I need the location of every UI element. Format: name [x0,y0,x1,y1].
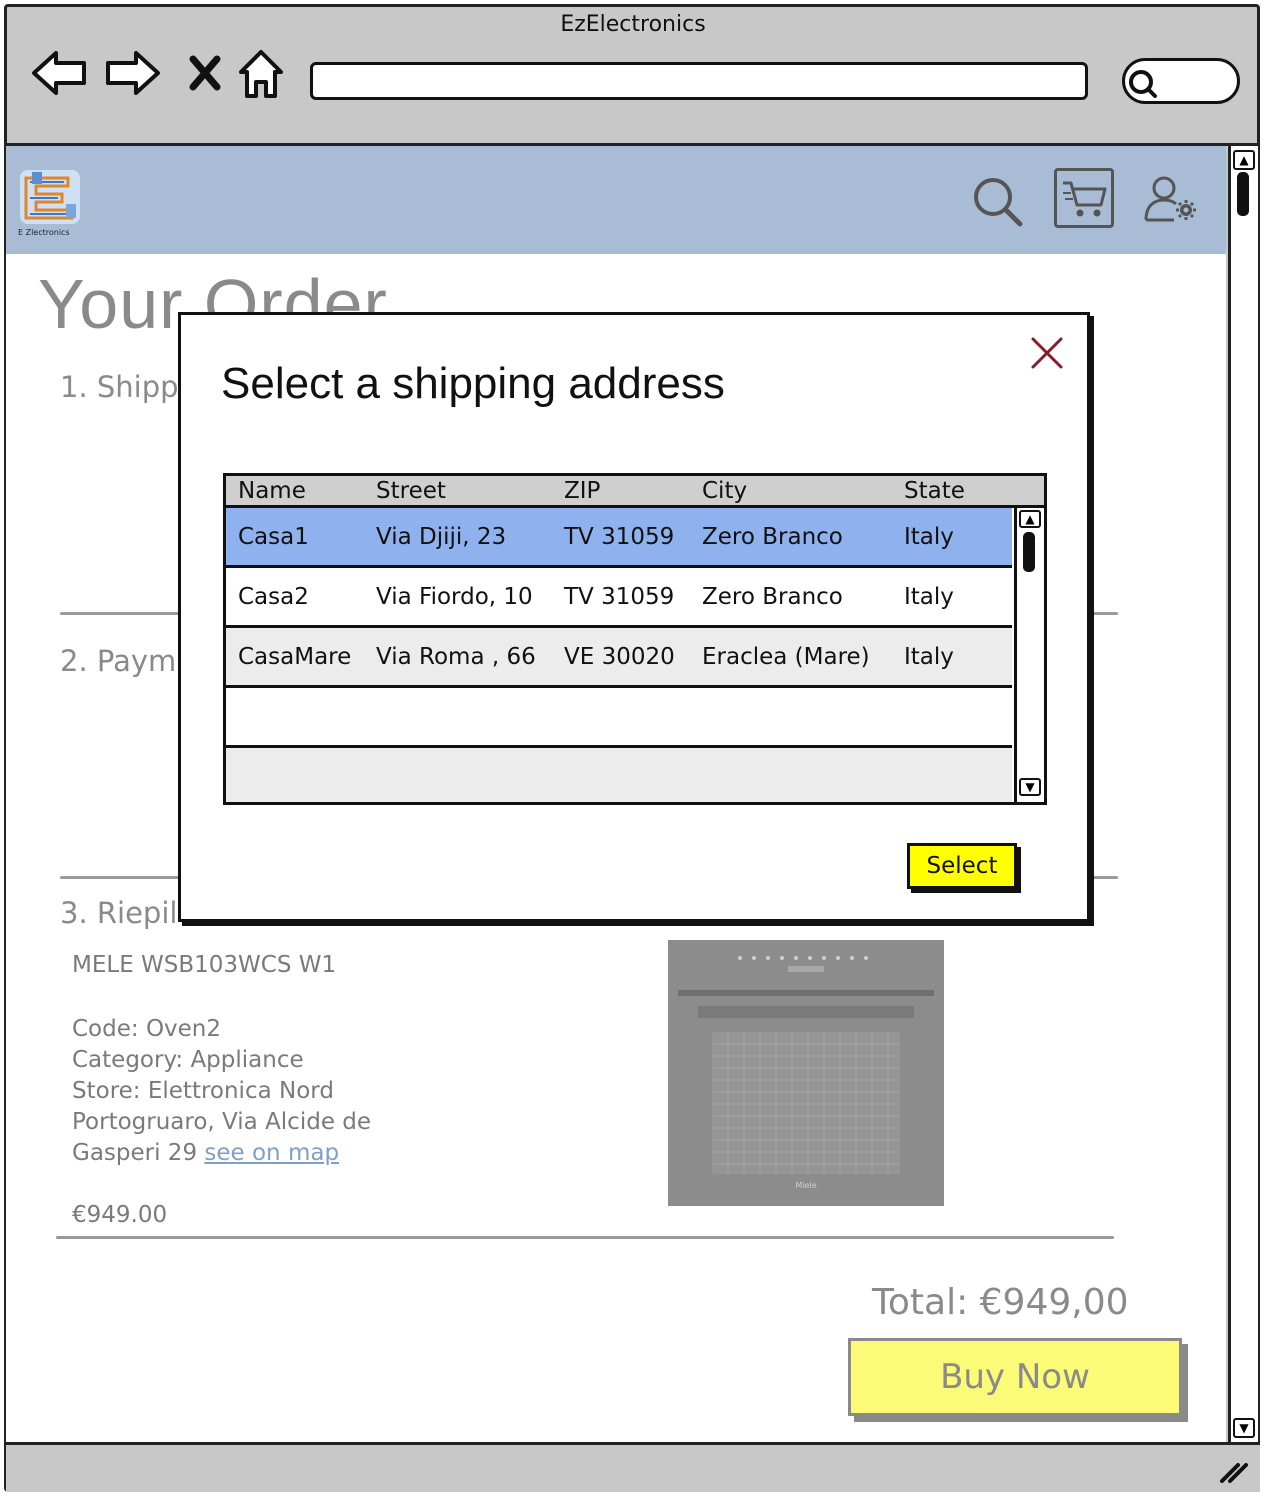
address-bar[interactable] [310,62,1088,100]
dialog-title: Select a shipping address [221,359,725,408]
column-header-zip[interactable]: ZIP [564,476,600,506]
logo-text: E Zlectronics [18,228,70,237]
table-row-empty[interactable] [226,688,1012,748]
cell-name: Casa1 [238,523,309,550]
column-header-name[interactable]: Name [238,476,306,506]
forward-arrow-icon[interactable] [104,44,162,102]
column-header-state[interactable]: State [904,476,965,506]
resize-grip-icon[interactable] [1218,1459,1248,1483]
back-arrow-icon[interactable] [30,44,88,102]
browser-search-input[interactable] [1122,58,1240,104]
see-on-map-link[interactable]: see on map [204,1140,339,1166]
table-row-casa1[interactable]: Casa1 Via Djiji, 23 TV 31059 Zero Branco… [226,508,1012,568]
section-payment-heading: 2. Payme [60,644,195,678]
cell-city: Zero Branco [702,523,843,550]
table-scrollbar-thumb[interactable] [1023,532,1035,572]
browser-title: EzElectronics [560,12,706,37]
address-table: Name Street ZIP City State Casa1 Via Dji… [223,473,1047,805]
section-summary-heading: 3. Riepil [60,896,178,930]
cell-zip: TV 31059 [564,583,675,610]
cell-name: Casa2 [238,583,309,610]
search-icon[interactable] [970,174,1026,234]
home-icon[interactable] [232,44,290,102]
section-shipping-heading: 1. Shippi [60,370,187,404]
close-icon[interactable] [1027,333,1067,373]
user-settings-icon[interactable] [1144,174,1200,228]
cell-city: Zero Branco [702,583,843,610]
browser-status-bar [6,1442,1260,1492]
table-header: Name Street ZIP City State [226,476,1044,508]
table-row-casa2[interactable]: Casa2 Via Fiordo, 10 TV 31059 Zero Branc… [226,568,1012,628]
product-price: €949.00 [72,1202,168,1228]
section-divider [56,1236,1114,1239]
product-category: Category: Appliance [72,1047,304,1073]
cell-street: Via Roma , 66 [376,643,536,670]
select-button[interactable]: Select [907,843,1017,889]
cell-zip: TV 31059 [564,523,675,550]
table-row-empty[interactable] [226,748,1012,802]
buy-now-button[interactable]: Buy Now [848,1338,1182,1416]
table-scrollbar[interactable]: ▲ ▼ [1014,508,1044,802]
oven-brand-label: Miele [795,1181,816,1190]
shipping-address-dialog: Select a shipping address Name Street ZI… [178,312,1090,922]
order-total: Total: €949,00 [872,1282,1129,1323]
product-name: MELE WSB103WCS W1 [72,952,337,978]
cart-icon[interactable] [1054,168,1114,228]
product-store: Store: Elettronica Nord Portogruaro, Via… [72,1078,372,1166]
cell-zip: VE 30020 [564,643,675,670]
cell-street: Via Fiordo, 10 [376,583,533,610]
app-header: E Zlectronics [6,146,1226,254]
table-row-casamare[interactable]: CasaMare Via Roma , 66 VE 30020 Eraclea … [226,628,1012,688]
stop-icon[interactable] [176,44,234,102]
cell-name: CasaMare [238,643,352,670]
column-header-street[interactable]: Street [376,476,446,506]
magnifier-icon [1129,70,1157,98]
cell-state: Italy [904,583,954,610]
table-scroll-down-icon[interactable]: ▼ [1019,778,1041,796]
table-scroll-up-icon[interactable]: ▲ [1019,510,1041,528]
product-image-oven: Miele [668,940,944,1206]
cell-state: Italy [904,523,954,550]
page-scrollbar[interactable]: ▲ ▼ [1228,146,1258,1442]
cell-street: Via Djiji, 23 [376,523,507,550]
scrollbar-thumb[interactable] [1237,172,1249,216]
column-header-city[interactable]: City [702,476,747,506]
product-code: Code: Oven2 [72,1016,222,1042]
scroll-down-arrow-icon[interactable]: ▼ [1233,1418,1255,1438]
product-details: Code: Oven2 Category: Appliance Store: E… [72,1014,412,1169]
cell-state: Italy [904,643,954,670]
cell-city: Eraclea (Mare) [702,643,870,670]
scroll-up-arrow-icon[interactable]: ▲ [1233,150,1255,170]
